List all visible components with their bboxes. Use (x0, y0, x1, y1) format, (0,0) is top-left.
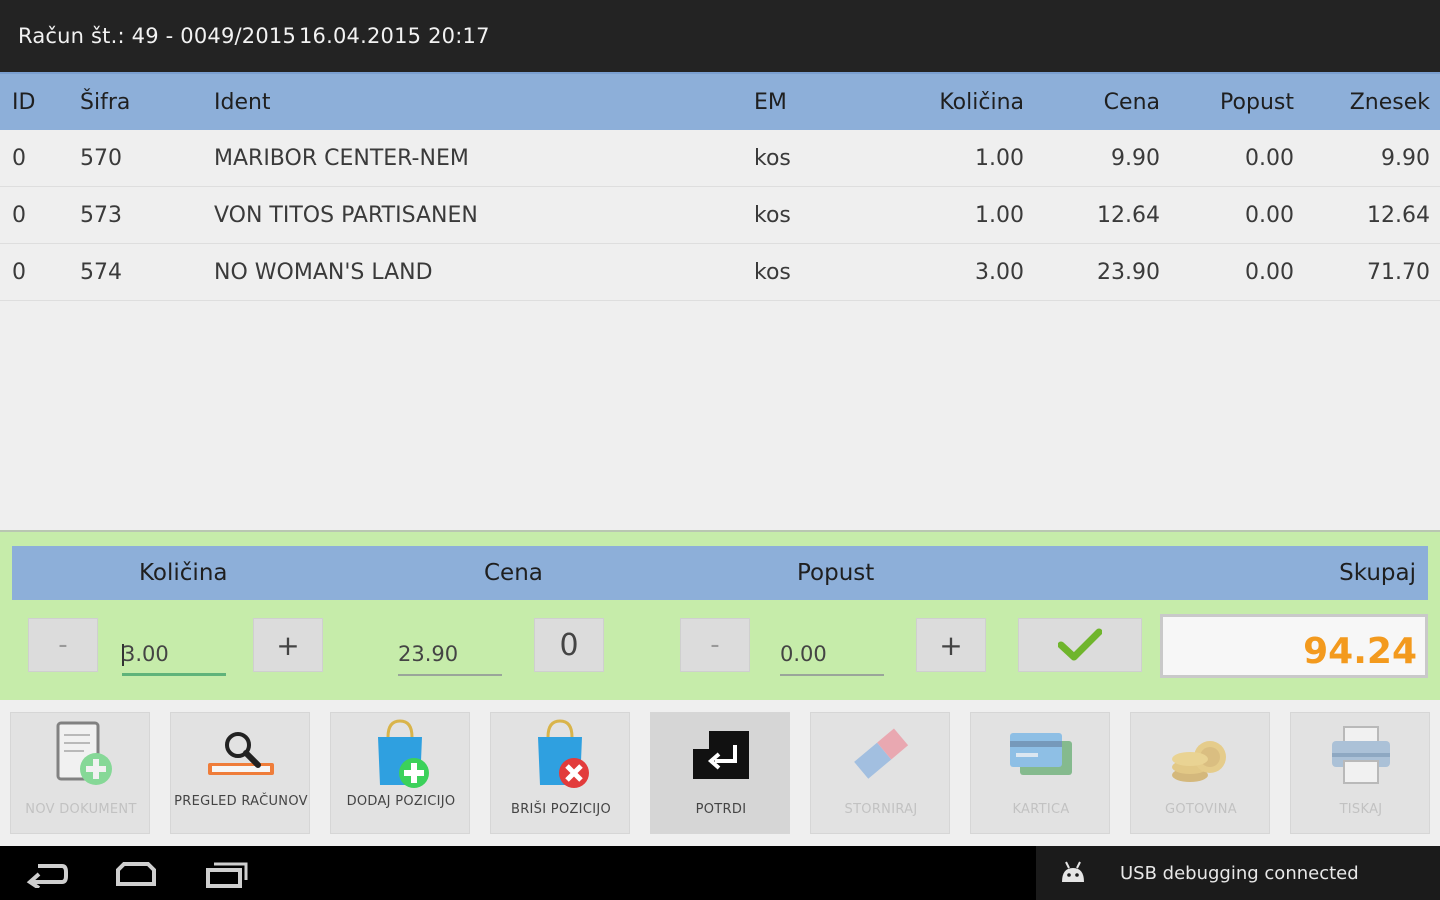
confirm-item-button[interactable] (1018, 618, 1142, 672)
row-sifra: 570 (80, 146, 122, 171)
review-receipts-label: PREGLED RAČUNOV (174, 794, 308, 809)
row-em: kos (754, 146, 791, 171)
row-cena: 12.64 (1097, 203, 1160, 228)
add-item-button[interactable]: DODAJ POZICIJO (330, 712, 470, 834)
discount-header: Popust (797, 560, 875, 586)
table-row[interactable]: 0 574 NO WOMAN'S LAND kos 3.00 23.90 0.0… (0, 244, 1440, 301)
discount-input[interactable]: 0.00 (780, 636, 884, 676)
column-header-id[interactable]: ID (12, 92, 35, 114)
delete-item-button[interactable]: BRIŠI POZICIJO (490, 712, 630, 834)
quantity-decrease-button[interactable]: - (28, 618, 98, 672)
row-znesek: 71.70 (1367, 260, 1430, 285)
new-document-button[interactable]: NOV DOKUMENT (10, 712, 150, 834)
row-kolicina: 1.00 (975, 203, 1024, 228)
total-header: Skupaj (1339, 560, 1416, 586)
enter-icon (651, 719, 791, 791)
row-sifra: 574 (80, 260, 122, 285)
search-receipts-icon (171, 719, 311, 791)
card-payment-button[interactable]: KARTICA (970, 712, 1110, 834)
row-id: 0 (12, 146, 26, 171)
column-header-kolicina[interactable]: Količina (900, 92, 1024, 114)
table-row[interactable]: 0 573 VON TITOS PARTISANEN kos 1.00 12.6… (0, 187, 1440, 244)
row-kolicina: 3.00 (975, 260, 1024, 285)
quantity-value: 3.00 (122, 642, 169, 666)
row-id: 0 (12, 203, 26, 228)
column-header-popust[interactable]: Popust (1174, 92, 1294, 114)
confirm-label: POTRDI (695, 802, 747, 817)
delete-item-label: BRIŠI POZICIJO (511, 802, 611, 817)
column-header-znesek[interactable]: Znesek (1310, 92, 1430, 114)
print-button[interactable]: TISKAJ (1290, 712, 1430, 834)
discount-value: 0.00 (780, 642, 827, 666)
row-ident: VON TITOS PARTISANEN (214, 203, 478, 228)
delete-item-bag-icon (491, 719, 631, 791)
table-body: 0 570 MARIBOR CENTER-NEM kos 1.00 9.90 0… (0, 130, 1440, 530)
row-sifra: 573 (80, 203, 122, 228)
column-header-cena[interactable]: Cena (1040, 92, 1160, 114)
price-header: Cena (484, 560, 543, 586)
checkmark-icon (1058, 628, 1102, 661)
item-edit-panel: Količina Cena Popust Skupaj - 3.00 + 23.… (0, 530, 1440, 700)
card-payment-label: KARTICA (1012, 802, 1070, 817)
discount-increase-button[interactable]: + (916, 618, 986, 672)
back-icon[interactable] (26, 860, 68, 892)
new-document-icon (11, 719, 151, 791)
system-navigation-bar: USB debugging connected (0, 846, 1440, 900)
usb-debugging-status: USB debugging connected (1120, 863, 1359, 884)
table-row[interactable]: 0 570 MARIBOR CENTER-NEM kos 1.00 9.90 0… (0, 130, 1440, 187)
notification-area[interactable]: USB debugging connected (1036, 846, 1440, 900)
row-znesek: 12.64 (1367, 203, 1430, 228)
column-header-sifra[interactable]: Šifra (80, 92, 130, 114)
row-em: kos (754, 203, 791, 228)
quantity-input[interactable]: 3.00 (122, 636, 226, 676)
row-cena: 23.90 (1097, 260, 1160, 285)
home-icon[interactable] (114, 860, 158, 892)
action-toolbar: NOV DOKUMENT PREGLED RAČUNOV DODAJ POZIC… (0, 700, 1440, 846)
total-display: 94.24 (1160, 614, 1428, 678)
quantity-increase-button[interactable]: + (253, 618, 323, 672)
invoice-number: Račun št.: 49 - 0049/2015 (18, 24, 297, 48)
column-header-ident[interactable]: Ident (214, 92, 271, 114)
pos-app: Račun št.: 49 - 0049/2015 16.04.2015 20:… (0, 0, 1440, 900)
row-popust: 0.00 (1245, 203, 1294, 228)
row-em: kos (754, 260, 791, 285)
title-bar: Račun št.: 49 - 0049/2015 16.04.2015 20:… (0, 0, 1440, 72)
column-header-em[interactable]: EM (754, 92, 787, 114)
cancel-receipt-label: STORNIRAJ (844, 802, 918, 817)
price-input[interactable]: 23.90 (398, 636, 502, 676)
add-item-label: DODAJ POZICIJO (346, 794, 456, 809)
coins-icon (1131, 719, 1271, 791)
row-znesek: 9.90 (1381, 146, 1430, 171)
zero-price-button[interactable]: 0 (534, 618, 604, 672)
total-value: 94.24 (1303, 631, 1417, 672)
row-cena: 9.90 (1111, 146, 1160, 171)
invoice-datetime: 16.04.2015 20:17 (299, 24, 490, 48)
edit-panel-header: Količina Cena Popust Skupaj (12, 546, 1428, 600)
recent-apps-icon[interactable] (204, 860, 248, 892)
add-item-bag-icon (331, 719, 471, 791)
quantity-header: Količina (139, 560, 228, 586)
android-debug-icon (1058, 860, 1088, 890)
cancel-receipt-button[interactable]: STORNIRAJ (810, 712, 950, 834)
row-ident: MARIBOR CENTER-NEM (214, 146, 469, 171)
row-id: 0 (12, 260, 26, 285)
eraser-icon (811, 719, 951, 791)
confirm-button[interactable]: POTRDI (650, 712, 790, 834)
row-kolicina: 1.00 (975, 146, 1024, 171)
table-header: ID Šifra Ident EM Količina Cena Popust Z… (0, 72, 1440, 130)
price-value: 23.90 (398, 642, 459, 666)
credit-card-icon (971, 719, 1111, 791)
cash-payment-label: GOTOVINA (1165, 802, 1237, 817)
print-label: TISKAJ (1339, 802, 1383, 817)
row-popust: 0.00 (1245, 260, 1294, 285)
discount-decrease-button[interactable]: - (680, 618, 750, 672)
row-popust: 0.00 (1245, 146, 1294, 171)
printer-icon (1291, 719, 1431, 791)
new-document-label: NOV DOKUMENT (25, 802, 137, 817)
review-receipts-button[interactable]: PREGLED RAČUNOV (170, 712, 310, 834)
row-ident: NO WOMAN'S LAND (214, 260, 433, 285)
cash-payment-button[interactable]: GOTOVINA (1130, 712, 1270, 834)
